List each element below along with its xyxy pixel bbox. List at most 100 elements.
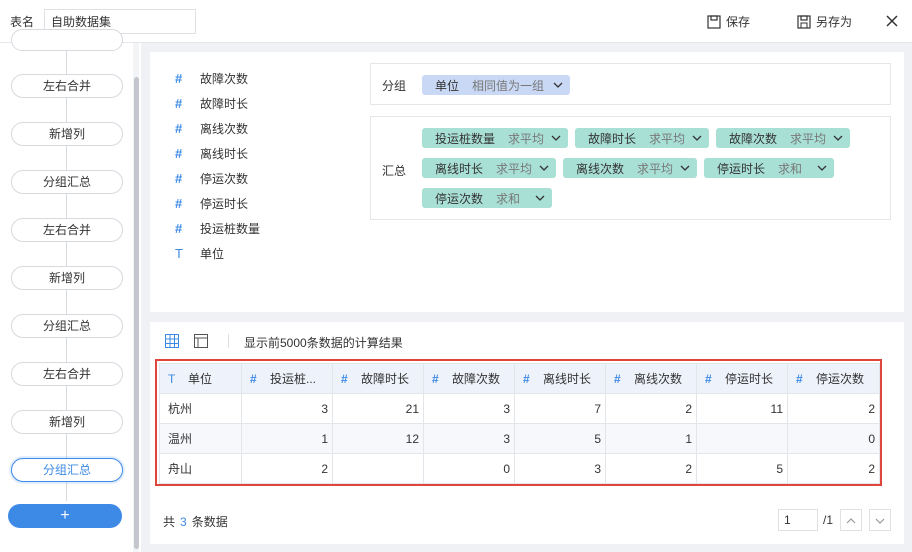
tag-field-name: 故障次数 — [729, 131, 778, 146]
field-item[interactable]: # 故障次数 — [170, 66, 260, 91]
field-name: 故障时长 — [200, 97, 249, 111]
group-tag[interactable]: 单位 相同值为一组 — [422, 75, 570, 95]
page-number-input[interactable] — [778, 509, 818, 531]
table-cell: 杭州 — [159, 393, 242, 424]
field-item[interactable]: T 单位 — [170, 241, 260, 266]
flow-node-add-column[interactable]: 新增列 — [11, 266, 123, 290]
save-as-button[interactable]: 另存为 — [797, 13, 852, 30]
field-item[interactable]: # 投运桩数量 — [170, 216, 260, 241]
tag-field-name: 故障时长 — [588, 131, 637, 146]
chevron-down-icon[interactable] — [832, 132, 844, 144]
chevron-down-icon[interactable] — [552, 79, 564, 91]
flow-node-group-summary[interactable]: 分组汇总 — [11, 170, 123, 194]
table-cell: 12 — [332, 423, 424, 454]
flow-scrollbar-thumb[interactable] — [134, 77, 139, 549]
summary-tag[interactable]: 故障次数 求平均 — [716, 128, 850, 148]
flow-node-merge[interactable]: 左右合并 — [11, 362, 123, 386]
table-cell: 2 — [787, 453, 880, 484]
tag-aggregation: 求和 — [496, 191, 521, 206]
save-icon — [707, 14, 721, 29]
column-header[interactable]: # 故障时长 — [332, 363, 424, 394]
summary-tag[interactable]: 投运桩数量 求平均 — [422, 128, 568, 148]
number-type-icon: # — [175, 121, 183, 136]
flow-node-add-column[interactable]: 新增列 — [11, 122, 123, 146]
flow-node-group-summary[interactable]: 分组汇总 — [11, 314, 123, 338]
column-header[interactable]: T 单位 — [159, 363, 242, 394]
page-total: /1 — [823, 513, 834, 527]
close-icon[interactable] — [884, 13, 900, 29]
flow-node-partial[interactable] — [11, 29, 123, 51]
number-type-icon: # — [175, 71, 183, 86]
table-row: 杭州 3 21 3 7 2 11 2 — [159, 393, 880, 424]
table-cell — [696, 423, 788, 454]
table-cell: 0 — [423, 453, 515, 484]
chevron-down-icon[interactable] — [816, 162, 828, 174]
field-item[interactable]: # 故障时长 — [170, 91, 260, 116]
tag-field-name: 单位 — [435, 78, 460, 93]
summary-drop-zone[interactable]: 汇总 投运桩数量 求平均 故障时长 求平均 故障次数 求平均 离线时长 求平均 … — [370, 116, 891, 220]
chevron-down-icon[interactable] — [679, 162, 691, 174]
chevron-down-icon[interactable] — [538, 162, 550, 174]
tag-field-name: 停运时长 — [717, 161, 766, 176]
table-cell: 3 — [514, 453, 606, 484]
chevron-down-icon[interactable] — [691, 132, 703, 144]
summary-label: 汇总 — [382, 164, 407, 178]
column-header[interactable]: # 离线时长 — [514, 363, 606, 394]
table-cell: 3 — [241, 393, 333, 424]
table-cell: 21 — [332, 393, 424, 424]
next-page-button[interactable] — [869, 509, 891, 531]
flow-node-add-column[interactable]: 新增列 — [11, 410, 123, 434]
summary-tag[interactable]: 离线次数 求平均 — [563, 158, 697, 178]
group-drop-zone[interactable]: 分组 单位 相同值为一组 — [370, 63, 891, 105]
flow-node-merge[interactable]: 左右合并 — [11, 218, 123, 242]
add-step-button[interactable]: + — [8, 504, 122, 528]
config-panel: # 故障次数 # 故障时长 # 离线次数 # 离线时长 # 停运次数 # 停运时长 # 投运桩… — [150, 52, 904, 312]
chevron-down-icon[interactable] — [550, 132, 562, 144]
flow-node-group-summary-active[interactable]: 分组汇总 — [11, 458, 123, 482]
prev-page-button[interactable] — [840, 509, 862, 531]
field-name: 离线次数 — [200, 122, 249, 136]
summary-tag[interactable]: 停运次数 求和 — [422, 188, 552, 208]
table-name-label: 表名 — [10, 15, 35, 29]
number-type-icon: # — [175, 96, 183, 111]
field-name: 单位 — [200, 247, 225, 261]
summary-tag[interactable]: 停运时长 求和 — [704, 158, 834, 178]
chevron-down-icon[interactable] — [534, 192, 546, 204]
field-item[interactable]: # 停运次数 — [170, 166, 260, 191]
table-cell: 2 — [787, 393, 880, 424]
column-header[interactable]: # 停运时长 — [696, 363, 788, 394]
tag-aggregation: 求平均 — [790, 131, 827, 146]
flow-node-merge[interactable]: 左右合并 — [11, 74, 123, 98]
table-view-icon[interactable] — [165, 334, 179, 348]
column-header[interactable]: # 离线次数 — [605, 363, 697, 394]
toolbar-divider — [228, 334, 229, 348]
column-header[interactable]: # 故障次数 — [423, 363, 515, 394]
field-item[interactable]: # 离线次数 — [170, 116, 260, 141]
summary-tag[interactable]: 故障时长 求平均 — [575, 128, 709, 148]
number-type-icon: # — [796, 372, 803, 386]
column-name: 停运时长 — [725, 372, 774, 386]
column-name: 故障时长 — [361, 372, 410, 386]
text-type-icon: T — [175, 246, 183, 261]
tag-aggregation: 求平均 — [508, 131, 545, 146]
table-header-row: T 单位 # 投运桩... # 故障时长 # 故障次数 # 离线时长 # 离线次数 # 停运时… — [159, 363, 880, 394]
field-name: 投运桩数量 — [200, 222, 261, 236]
field-item[interactable]: # 停运时长 — [170, 191, 260, 216]
table-cell: 1 — [605, 423, 697, 454]
save-button[interactable]: 保存 — [707, 13, 750, 30]
tag-field-name: 投运桩数量 — [435, 131, 496, 146]
column-header[interactable]: # 停运次数 — [787, 363, 880, 394]
table-cell: 0 — [787, 423, 880, 454]
number-type-icon: # — [175, 221, 183, 236]
column-name: 离线时长 — [543, 372, 592, 386]
chevron-up-icon — [846, 518, 856, 524]
number-type-icon: # — [175, 196, 183, 211]
field-item[interactable]: # 离线时长 — [170, 141, 260, 166]
table-cell: 舟山 — [159, 453, 242, 484]
field-name: 离线时长 — [200, 147, 249, 161]
layout-view-icon[interactable] — [194, 334, 208, 348]
summary-tag[interactable]: 离线时长 求平均 — [422, 158, 556, 178]
column-name: 故障次数 — [452, 372, 501, 386]
tag-field-name: 离线时长 — [435, 161, 484, 176]
column-header[interactable]: # 投运桩... — [241, 363, 333, 394]
